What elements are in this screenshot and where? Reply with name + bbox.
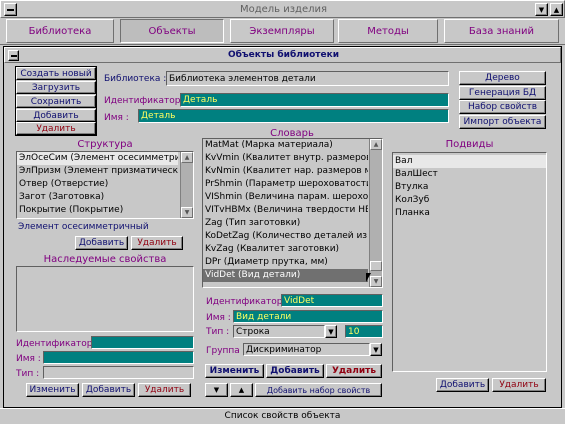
group-dropdown-icon[interactable]: ▼: [370, 343, 382, 356]
menu-knowledge-base[interactable]: База знаний: [444, 19, 559, 43]
dictionary-item[interactable]: Zag (Тип заготовки): [203, 217, 368, 230]
subtype-item[interactable]: Втулка: [393, 181, 546, 194]
maximize-button[interactable]: ▲: [550, 3, 563, 16]
menu-instances[interactable]: Экземпляры: [230, 19, 334, 43]
dictionary-item[interactable]: PrShmin (Параметр шероховатости п: [203, 178, 368, 191]
dictionary-item[interactable]: KoDetZag (Количество деталей из заг: [203, 230, 368, 243]
structure-selected-text: Элемент осесимметричный: [18, 222, 149, 232]
dictionary-item[interactable]: MatMat (Марка материала): [203, 139, 368, 152]
dictionary-item[interactable]: KvNmin (Квалитет нар. размеров ми: [203, 165, 368, 178]
inherited-list[interactable]: [16, 266, 194, 332]
structure-item[interactable]: Загот (Заготовка): [17, 191, 178, 204]
dictionary-type-select[interactable]: Строка: [233, 325, 325, 338]
structure-list[interactable]: ЭлОсеСим (Элемент осесимметрич ЭлПризм (…: [16, 151, 194, 219]
subtypes-delete-button[interactable]: Удалить: [492, 378, 546, 392]
dictionary-item[interactable]: VITvHBMx (Величина твердости НВ: [203, 204, 368, 217]
panel-header: Объекты библиотеки: [4, 47, 561, 63]
dictionary-scrollbar[interactable]: ▲ ▼: [369, 139, 382, 287]
scroll-up-icon[interactable]: ▲: [181, 152, 193, 163]
structure-scrollbar[interactable]: ▲ ▼: [180, 152, 193, 218]
library-label: Библиотека :: [104, 74, 167, 84]
inherited-id-field[interactable]: [91, 336, 194, 349]
structure-title: Структура: [77, 139, 133, 150]
inherited-add-button[interactable]: Добавить: [82, 383, 135, 397]
dictionary-add-button[interactable]: Добавить: [266, 364, 324, 378]
scroll-up-icon[interactable]: ▲: [370, 139, 382, 150]
delete-button[interactable]: Удалить: [16, 122, 96, 135]
panel-title: Объекты библиотеки: [227, 50, 340, 60]
menu-library[interactable]: Библиотека: [6, 19, 114, 43]
dictionary-item[interactable]: VIShmin (Величина парам. шерохова: [203, 191, 368, 204]
window-title-bar[interactable]: Модель изделия ▼ ▲: [0, 0, 565, 18]
dictionary-group-label: Группа :: [206, 346, 246, 356]
structure-item[interactable]: ЭлПризм (Элемент призматически: [17, 165, 178, 178]
subtype-item[interactable]: Вал: [393, 155, 546, 168]
structure-delete-button[interactable]: Удалить: [131, 236, 183, 250]
load-button[interactable]: Загрузить: [16, 81, 96, 94]
dictionary-delete-button[interactable]: Удалить: [326, 364, 382, 378]
add-property-set-button[interactable]: Добавить набор свойств: [255, 383, 382, 397]
subtypes-add-button[interactable]: Добавить: [436, 378, 489, 392]
minimize-button[interactable]: ▼: [535, 3, 548, 16]
object-id-field[interactable]: Деталь: [180, 93, 449, 107]
dictionary-item[interactable]: KvVmin (Квалитет внутр. размеров м: [203, 152, 368, 165]
generate-db-button[interactable]: Генерация БД: [459, 86, 546, 100]
mouse-cursor-icon: [366, 273, 371, 282]
structure-add-button[interactable]: Добавить: [75, 236, 128, 250]
subtype-item[interactable]: Планка: [393, 207, 546, 220]
inherited-title: Наследуемые свойства: [43, 254, 167, 265]
inherited-id-label: Идентификатор :: [16, 339, 99, 349]
inherited-name-label: Имя :: [16, 354, 41, 364]
scroll-down-icon[interactable]: ▼: [181, 207, 193, 218]
inherited-name-field[interactable]: [43, 351, 194, 364]
inherited-delete-button[interactable]: Удалить: [138, 383, 191, 397]
property-set-button[interactable]: Набор свойств: [459, 100, 546, 114]
maximize-icon: ▲: [553, 5, 560, 14]
dictionary-id-field[interactable]: VidDet: [281, 294, 383, 307]
subtypes-list[interactable]: Вал ВалШест Втулка КолЗуб Планка: [392, 152, 547, 372]
dictionary-type-size-field[interactable]: 10: [345, 325, 383, 338]
dictionary-group-select[interactable]: Дискриминатор: [243, 343, 370, 356]
minimize-icon: ▼: [538, 5, 545, 14]
dictionary-list[interactable]: MatMat (Марка материала) KvVmin (Квалите…: [202, 138, 383, 288]
structure-item[interactable]: Отвер (Отверстие): [17, 178, 178, 191]
status-text: Список свойств объекта: [224, 411, 341, 421]
window-title: Модель изделия: [239, 4, 328, 15]
menu-objects[interactable]: Объекты: [120, 19, 224, 43]
scroll-down-icon[interactable]: ▼: [370, 276, 382, 287]
dictionary-item-selected[interactable]: VidDet (Вид детали): [203, 269, 368, 282]
subtype-item[interactable]: КолЗуб: [393, 194, 546, 207]
object-name-field[interactable]: Деталь: [138, 109, 449, 123]
dictionary-change-button[interactable]: Изменить: [205, 364, 264, 378]
scroll-thumb[interactable]: [370, 261, 382, 271]
dictionary-name-field[interactable]: Вид детали: [233, 310, 383, 323]
add-button[interactable]: Добавить: [16, 109, 96, 122]
subtypes-title: Подвиды: [445, 139, 494, 150]
move-down-button[interactable]: ▼: [205, 383, 228, 397]
move-up-button[interactable]: ▲: [230, 383, 253, 397]
dictionary-type-label: Тип :: [206, 327, 230, 337]
import-object-button[interactable]: Импорт объекта: [459, 115, 546, 129]
dictionary-name-label: Имя :: [206, 313, 231, 323]
subtype-item[interactable]: ВалШест: [393, 168, 546, 181]
save-button[interactable]: Сохранить: [16, 95, 96, 108]
create-new-button[interactable]: Создать новый: [16, 67, 96, 80]
inherited-type-label: Тип :: [16, 369, 40, 379]
object-id-label: Идентификатор :: [104, 96, 187, 106]
menu-methods[interactable]: Методы: [338, 19, 438, 43]
inherited-change-button[interactable]: Изменить: [26, 383, 79, 397]
dictionary-item[interactable]: DPr (Диаметр прутка, мм): [203, 256, 368, 269]
structure-item[interactable]: ЭлОсеСим (Элемент осесимметрич: [17, 152, 178, 165]
type-dropdown-icon[interactable]: ▼: [325, 325, 337, 338]
dictionary-id-label: Идентификатор :: [206, 297, 289, 307]
library-field[interactable]: Библиотека элементов детали: [166, 71, 449, 86]
dictionary-item[interactable]: KvZag (Квалитет заготовки): [203, 243, 368, 256]
inherited-type-field[interactable]: [43, 366, 194, 379]
structure-item[interactable]: Покрытие (Покрытие): [17, 204, 178, 217]
object-name-label: Имя :: [104, 113, 129, 123]
tree-button[interactable]: Дерево: [459, 71, 546, 85]
